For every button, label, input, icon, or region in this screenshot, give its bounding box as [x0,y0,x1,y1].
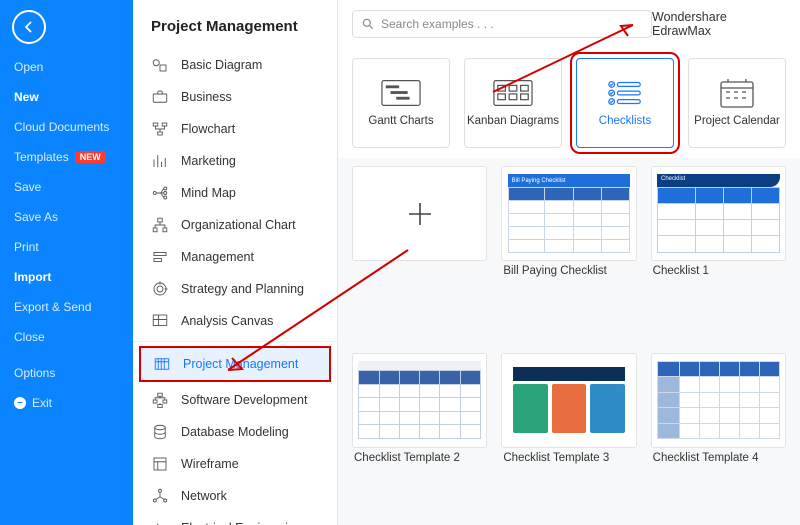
pm-icon [153,355,171,373]
template-2[interactable]: Checklist Template 2 [352,353,487,525]
template-label: Checklist Template 3 [501,452,636,464]
category-list[interactable]: Basic Diagram Business Flowchart Marketi… [133,49,337,525]
flow-icon [151,120,169,138]
menu-options[interactable]: Options [0,358,133,388]
mind-icon [151,184,169,202]
template-thumb: Bill Paying Checklist [501,166,636,261]
wire-icon [151,455,169,473]
shapes-icon [151,56,169,74]
template-thumb [352,353,487,448]
menu-open[interactable]: Open [0,52,133,82]
cat-org-chart[interactable]: Organizational Chart [133,209,337,241]
cat-software-dev[interactable]: Software Development [133,384,337,416]
canvas-icon [151,312,169,330]
cat-analysis-canvas[interactable]: Analysis Canvas [133,305,337,337]
category-title: Project Management [133,0,337,49]
plus-icon [352,166,487,261]
type-calendar[interactable]: Project Calendar [688,58,786,148]
cat-electrical[interactable]: Electrical Engineering [133,512,337,525]
template-thumb [651,353,786,448]
type-label: Checklists [599,115,651,127]
cat-business[interactable]: Business [133,81,337,113]
net-icon [151,487,169,505]
mgmt-icon [151,248,169,266]
type-label: Kanban Diagrams [467,115,559,127]
sw-icon [151,391,169,409]
category-separator [133,341,337,342]
type-label: Gantt Charts [368,115,433,127]
menu-save-as[interactable]: Save As [0,202,133,232]
bars-icon [151,152,169,170]
template-4[interactable]: Checklist Template 4 [651,353,786,525]
main-panel: Search examples . . . Wondershare EdrawM… [338,0,800,525]
template-thumb: Checklist [651,166,786,261]
file-menu-sidebar: Open New Cloud Documents TemplatesNEW Sa… [0,0,133,525]
cat-basic-diagram[interactable]: Basic Diagram [133,49,337,81]
strategy-icon [151,280,169,298]
type-checklists[interactable]: Checklists [576,58,674,148]
template-3[interactable]: Checklist Template 3 [501,353,636,525]
ee-icon [151,519,169,525]
category-column: Project Management Basic Diagram Busines… [133,0,338,525]
template-label: Checklist Template 4 [651,452,786,464]
back-button[interactable] [12,10,46,44]
cat-marketing[interactable]: Marketing [133,145,337,177]
template-thumb [501,353,636,448]
search-placeholder: Search examples . . . [381,17,494,31]
cat-strategy[interactable]: Strategy and Planning [133,273,337,305]
cat-database[interactable]: Database Modeling [133,416,337,448]
calendar-icon [717,79,757,107]
template-label: Checklist Template 2 [352,452,487,464]
menu-save[interactable]: Save [0,172,133,202]
type-kanban[interactable]: Kanban Diagrams [464,58,562,148]
minus-icon: – [14,397,26,409]
type-label: Project Calendar [694,115,780,127]
menu-export-send[interactable]: Export & Send [0,292,133,322]
template-checklist-1[interactable]: Checklist Checklist 1 [651,166,786,339]
menu-import[interactable]: Import [0,262,133,292]
template-blank[interactable] [352,166,487,339]
cat-mind-map[interactable]: Mind Map [133,177,337,209]
cat-wireframe[interactable]: Wireframe [133,448,337,480]
menu-print[interactable]: Print [0,232,133,262]
type-gantt[interactable]: Gantt Charts [352,58,450,148]
gantt-icon [381,79,421,107]
db-icon [151,423,169,441]
search-icon [361,17,375,31]
type-card-row: Gantt Charts Kanban Diagrams Checklists … [338,44,800,158]
menu-exit[interactable]: –Exit [0,388,133,418]
cat-network[interactable]: Network [133,480,337,512]
briefcase-icon [151,88,169,106]
menu-templates[interactable]: TemplatesNEW [0,142,133,172]
menu-new[interactable]: New [0,82,133,112]
menu-cloud-documents[interactable]: Cloud Documents [0,112,133,142]
template-label: Checklist 1 [651,265,786,277]
cat-flowchart[interactable]: Flowchart [133,113,337,145]
topbar: Search examples . . . Wondershare EdrawM… [338,0,800,44]
org-icon [151,216,169,234]
template-label: Bill Paying Checklist [501,265,636,277]
cat-project-management[interactable]: Project Management [139,346,331,382]
new-badge: NEW [75,151,106,163]
kanban-icon [493,79,533,107]
template-bill-paying[interactable]: Bill Paying Checklist Bill Paying Checkl… [501,166,636,339]
checklist-icon [605,79,645,107]
search-input[interactable]: Search examples . . . [352,10,652,38]
template-grid[interactable]: Bill Paying Checklist Bill Paying Checkl… [338,158,800,525]
cat-management[interactable]: Management [133,241,337,273]
brand-label: Wondershare EdrawMax [652,10,786,38]
menu-close[interactable]: Close [0,322,133,352]
